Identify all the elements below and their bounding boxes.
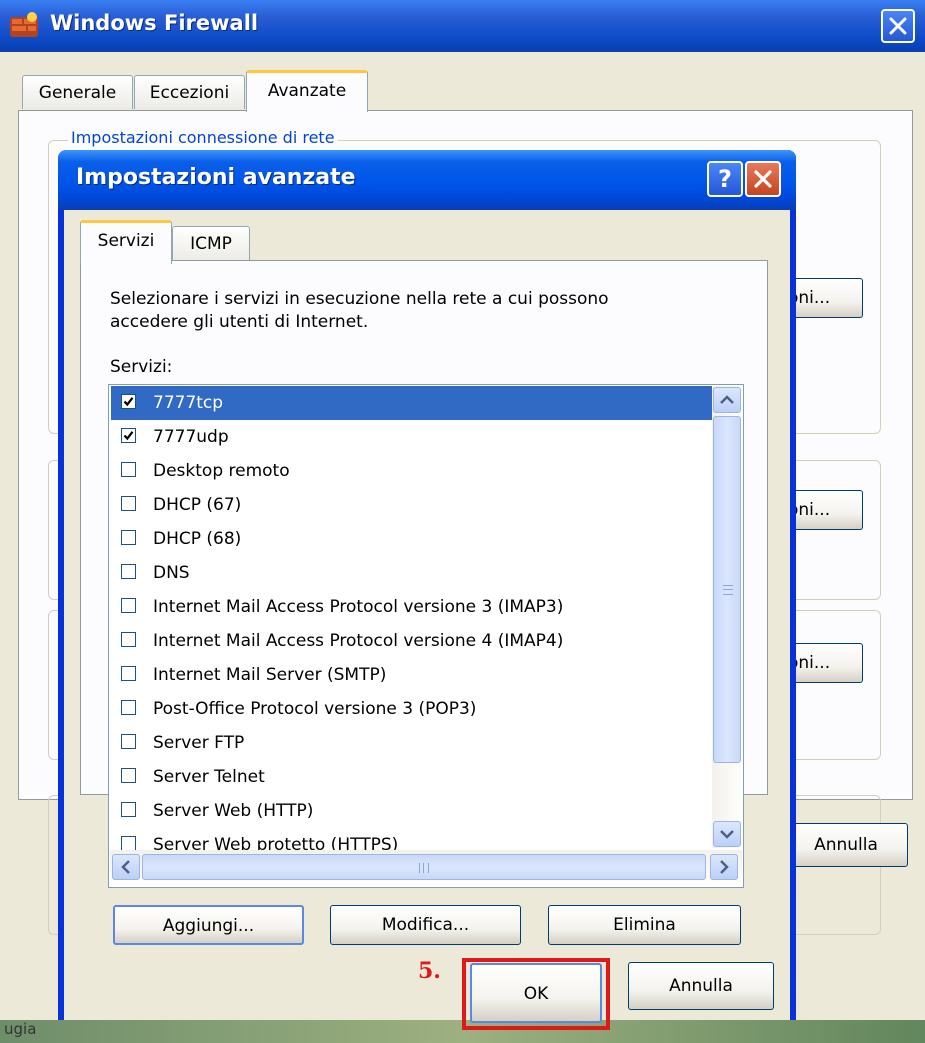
service-checkbox[interactable] xyxy=(121,598,136,613)
service-label: Post-Office Protocol versione 3 (POP3) xyxy=(153,699,477,719)
service-row[interactable]: Internet Mail Server (SMTP) xyxy=(111,658,711,692)
step-annotation: 5. xyxy=(418,958,441,984)
service-label: Internet Mail Access Protocol versione 3… xyxy=(153,597,564,617)
service-checkbox[interactable] xyxy=(121,462,136,477)
services-description-line-2: accedere gli utenti di Internet. xyxy=(110,312,369,332)
service-checkbox[interactable] xyxy=(121,836,136,851)
service-label: Server Telnet xyxy=(153,767,265,787)
outer-window-title: Windows Firewall xyxy=(50,11,259,35)
scroll-left-button[interactable] xyxy=(112,854,140,880)
service-label: Server Web (HTTP) xyxy=(153,801,314,821)
bottom-left-text: ugia xyxy=(4,1020,37,1038)
delete-service-button[interactable]: Elimina xyxy=(548,905,741,945)
service-label: 7777udp xyxy=(153,427,229,447)
service-row[interactable]: Internet Mail Access Protocol versione 3… xyxy=(111,590,711,624)
service-label: DHCP (67) xyxy=(153,495,242,515)
tab-generale[interactable]: Generale xyxy=(22,75,133,109)
service-row[interactable]: Server Telnet xyxy=(111,760,711,794)
tab-icmp[interactable]: ICMP xyxy=(172,226,250,260)
service-checkbox[interactable] xyxy=(121,734,136,749)
service-checkbox[interactable] xyxy=(121,564,136,579)
outer-cancel-button[interactable]: Annulla xyxy=(784,823,908,867)
service-row[interactable]: DHCP (68) xyxy=(111,522,711,556)
service-row[interactable]: Internet Mail Access Protocol versione 4… xyxy=(111,624,711,658)
dialog-close-button[interactable] xyxy=(745,161,781,197)
tab-avanzate[interactable]: Avanzate xyxy=(246,70,368,112)
scroll-up-icon xyxy=(720,395,734,404)
scroll-down-button[interactable] xyxy=(713,821,741,847)
close-icon xyxy=(754,170,772,188)
service-checkbox[interactable] xyxy=(121,496,136,511)
service-row[interactable]: Post-Office Protocol versione 3 (POP3) xyxy=(111,692,711,726)
service-label: Desktop remoto xyxy=(153,461,290,481)
tab-servizi[interactable]: Servizi xyxy=(80,220,172,264)
service-row[interactable]: DHCP (67) xyxy=(111,488,711,522)
service-row[interactable]: DNS xyxy=(111,556,711,590)
service-row[interactable]: 7777tcp xyxy=(111,386,715,420)
service-row[interactable]: Server FTP xyxy=(111,726,711,760)
vertical-scrollbar[interactable] xyxy=(712,386,742,848)
service-checkbox[interactable] xyxy=(121,530,136,545)
scroll-left-icon xyxy=(121,860,130,874)
services-description-line-1: Selezionare i servizi in esecuzione nell… xyxy=(110,289,609,309)
service-label: Internet Mail Server (SMTP) xyxy=(153,665,387,685)
scroll-right-icon xyxy=(720,860,729,874)
help-button[interactable]: ? xyxy=(707,161,743,197)
help-icon: ? xyxy=(718,165,732,193)
checkmark-icon xyxy=(123,397,134,407)
service-checkbox[interactable] xyxy=(121,394,136,409)
service-label: DHCP (68) xyxy=(153,529,242,549)
services-list-label: Servizi: xyxy=(110,357,173,377)
close-icon xyxy=(889,17,907,35)
checkmark-icon xyxy=(123,431,134,441)
network-connection-settings-label: Impostazioni connessione di rete xyxy=(68,128,338,147)
horizontal-scrollbar[interactable] xyxy=(110,850,742,886)
service-row[interactable]: Server Web (HTTP) xyxy=(111,794,711,828)
service-label: Internet Mail Access Protocol versione 4… xyxy=(153,631,564,651)
tab-eccezioni[interactable]: Eccezioni xyxy=(134,75,245,109)
firewall-app-icon xyxy=(10,12,38,37)
service-checkbox[interactable] xyxy=(121,632,136,647)
horizontal-scroll-thumb[interactable] xyxy=(142,854,706,880)
scroll-grip xyxy=(419,863,429,873)
ok-button[interactable]: OK xyxy=(470,963,602,1023)
service-checkbox[interactable] xyxy=(121,666,136,681)
scroll-up-button[interactable] xyxy=(713,387,741,413)
service-label: DNS xyxy=(153,563,190,583)
service-checkbox[interactable] xyxy=(121,768,136,783)
service-checkbox[interactable] xyxy=(121,428,136,443)
service-row[interactable]: 7777udp xyxy=(111,420,711,454)
service-checkbox[interactable] xyxy=(121,802,136,817)
services-listbox[interactable]: 7777tcp 7777udp Desktop remoto DHCP (67) DHC… xyxy=(108,384,744,888)
service-checkbox[interactable] xyxy=(121,700,136,715)
vertical-scroll-thumb[interactable] xyxy=(713,416,741,763)
scroll-down-icon xyxy=(720,830,734,839)
scroll-grip xyxy=(723,585,733,595)
outer-close-button[interactable] xyxy=(881,9,915,43)
services-description: Selezionare i servizi in esecuzione nell… xyxy=(110,288,710,334)
dialog-title: Impostazioni avanzate xyxy=(76,165,356,190)
add-service-button[interactable]: Aggiungi... xyxy=(113,905,304,945)
scroll-right-button[interactable] xyxy=(710,854,738,880)
service-label: Server FTP xyxy=(153,733,245,753)
cancel-button[interactable]: Annulla xyxy=(628,962,774,1010)
edit-service-button[interactable]: Modifica... xyxy=(330,905,521,945)
service-row[interactable]: Desktop remoto xyxy=(111,454,711,488)
service-label: 7777tcp xyxy=(153,393,224,413)
